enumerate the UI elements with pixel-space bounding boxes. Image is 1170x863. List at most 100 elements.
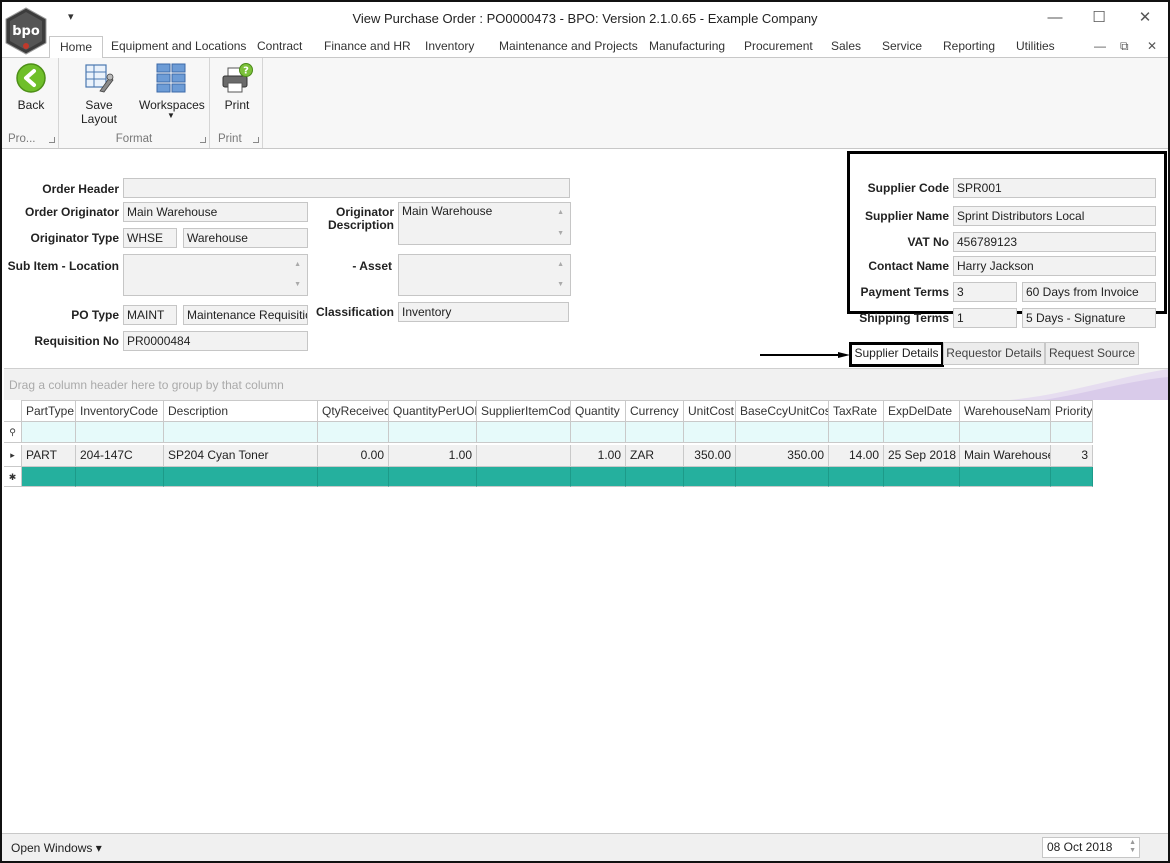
mdi-restore-button[interactable]: ⧉ (1120, 39, 1129, 54)
col-header-description[interactable]: Description (164, 400, 318, 422)
new-row-cell[interactable] (318, 467, 389, 487)
scroll-down-icon[interactable]: ▼ (294, 278, 301, 292)
mdi-minimize-button[interactable]: — (1094, 39, 1106, 53)
col-header-unitcost[interactable]: UnitCost (684, 400, 736, 422)
classification-field[interactable]: Inventory (398, 302, 569, 322)
order-header-field[interactable] (123, 178, 570, 198)
supplier-code-field[interactable]: SPR001 (953, 178, 1156, 198)
filter-cell[interactable] (22, 422, 76, 443)
cell-quantityperuop[interactable]: 1.00 (389, 445, 477, 467)
cell-expdeldate[interactable]: 25 Sep 2018 (884, 445, 960, 467)
asset-field[interactable]: ▲ ▼ (398, 254, 571, 296)
cell-taxrate[interactable]: 14.00 (829, 445, 884, 467)
supplier-name-field[interactable]: Sprint Distributors Local (953, 206, 1156, 226)
originator-type-field[interactable]: Warehouse (183, 228, 308, 248)
group-by-panel[interactable]: Drag a column header here to group by th… (4, 368, 1168, 400)
filter-cell[interactable] (736, 422, 829, 443)
filter-cell[interactable] (1051, 422, 1093, 443)
cell-supplieritemcode[interactable] (477, 445, 571, 467)
new-row-cell[interactable] (626, 467, 684, 487)
tab-maintenance-and-projects[interactable]: Maintenance and Projects (499, 36, 638, 58)
filter-cell[interactable] (389, 422, 477, 443)
cell-parttype[interactable]: PART (22, 445, 76, 467)
new-row-cell[interactable] (164, 467, 318, 487)
new-row-cell[interactable] (829, 467, 884, 487)
back-button[interactable]: Back (12, 62, 50, 112)
new-row-cell[interactable] (571, 467, 626, 487)
shipping-terms-field[interactable]: 5 Days - Signature (1022, 308, 1156, 328)
tab-request-source[interactable]: Request Source (1045, 342, 1139, 365)
payment-terms-code-field[interactable]: 3 (953, 282, 1017, 302)
print-button[interactable]: ? Print (218, 62, 256, 112)
scroll-down-icon[interactable]: ▼ (557, 227, 564, 241)
tab-contract[interactable]: Contract (257, 36, 302, 58)
minimize-button[interactable]: — (1045, 8, 1065, 28)
format-group-launcher[interactable] (200, 137, 206, 143)
col-header-quantity[interactable]: Quantity (571, 400, 626, 422)
tab-finance-and-hr[interactable]: Finance and HR (324, 36, 411, 58)
requisition-no-field[interactable]: PR0000484 (123, 331, 308, 351)
filter-cell[interactable] (684, 422, 736, 443)
tab-manufacturing[interactable]: Manufacturing (649, 36, 725, 58)
po-type-field[interactable]: Maintenance Requisition (183, 305, 308, 325)
filter-cell[interactable] (884, 422, 960, 443)
col-header-supplieritemcode[interactable]: SupplierItemCode (477, 400, 571, 422)
filter-cell[interactable] (571, 422, 626, 443)
originator-type-code-field[interactable]: WHSE (123, 228, 177, 248)
tab-reporting[interactable]: Reporting (943, 36, 995, 58)
new-row-cell[interactable] (22, 467, 76, 487)
shipping-terms-code-field[interactable]: 1 (953, 308, 1017, 328)
po-type-code-field[interactable]: MAINT (123, 305, 177, 325)
cell-priority[interactable]: 3 (1051, 445, 1093, 467)
new-row-cell[interactable] (736, 467, 829, 487)
new-row-cell[interactable] (1051, 467, 1093, 487)
cell-quantity[interactable]: 1.00 (571, 445, 626, 467)
save-layout-button[interactable]: Save Layout (67, 62, 131, 126)
cell-baseccyunitcost[interactable]: 350.00 (736, 445, 829, 467)
col-header-warehousename[interactable]: WarehouseName (960, 400, 1051, 422)
col-header-taxrate[interactable]: TaxRate (829, 400, 884, 422)
cell-currency[interactable]: ZAR (626, 445, 684, 467)
contact-name-field[interactable]: Harry Jackson (953, 256, 1156, 276)
col-header-quantityperuop[interactable]: QuantityPerUOP (389, 400, 477, 422)
tab-utilities[interactable]: Utilities (1016, 36, 1055, 58)
new-row-cell[interactable] (684, 467, 736, 487)
date-field[interactable]: 08 Oct 2018 ▲ ▼ (1042, 837, 1140, 858)
tab-inventory[interactable]: Inventory (425, 36, 474, 58)
date-spinner-icon[interactable]: ▲ ▼ (1129, 839, 1136, 855)
col-header-parttype[interactable]: PartType (22, 400, 76, 422)
scroll-up-icon[interactable]: ▲ (557, 206, 564, 220)
tab-equipment-and-locations[interactable]: Equipment and Locations (111, 36, 246, 58)
tab-requestor-details[interactable]: Requestor Details (943, 342, 1045, 365)
filter-cell[interactable] (626, 422, 684, 443)
open-windows-button[interactable]: Open Windows ▾ (11, 841, 102, 855)
col-header-baseccyunitcost[interactable]: BaseCcyUnitCost (736, 400, 829, 422)
filter-cell[interactable] (164, 422, 318, 443)
col-header-priority[interactable]: Priority (1051, 400, 1093, 422)
cell-unitcost[interactable]: 350.00 (684, 445, 736, 467)
payment-terms-field[interactable]: 60 Days from Invoice (1022, 282, 1156, 302)
sub-item-location-field[interactable]: ▲ ▼ (123, 254, 308, 296)
order-originator-field[interactable]: Main Warehouse (123, 202, 308, 222)
scroll-up-icon[interactable]: ▲ (557, 258, 564, 272)
vat-no-field[interactable]: 456789123 (953, 232, 1156, 252)
cell-warehousename[interactable]: Main Warehouse (960, 445, 1051, 467)
new-row-cell[interactable] (76, 467, 164, 487)
mdi-close-button[interactable]: ✕ (1147, 39, 1157, 53)
filter-cell[interactable] (76, 422, 164, 443)
filter-cell[interactable] (960, 422, 1051, 443)
table-row[interactable]: ▸ PART 204-147C SP204 Cyan Toner 0.00 1.… (4, 445, 1093, 467)
process-group-launcher[interactable] (49, 137, 55, 143)
maximize-button[interactable]: ☐ (1089, 8, 1109, 28)
originator-description-field[interactable]: Main Warehouse ▲ ▼ (398, 202, 571, 245)
col-header-qtyreceived[interactable]: QtyReceived (318, 400, 389, 422)
tab-procurement[interactable]: Procurement (744, 36, 813, 58)
col-header-currency[interactable]: Currency (626, 400, 684, 422)
new-row-cell[interactable] (389, 467, 477, 487)
new-row[interactable]: ✱ (4, 467, 1093, 487)
close-button[interactable]: ✕ (1135, 8, 1155, 28)
new-row-cell[interactable] (884, 467, 960, 487)
new-row-cell[interactable] (960, 467, 1051, 487)
col-header-inventorycode[interactable]: InventoryCode (76, 400, 164, 422)
tab-service[interactable]: Service (882, 36, 922, 58)
